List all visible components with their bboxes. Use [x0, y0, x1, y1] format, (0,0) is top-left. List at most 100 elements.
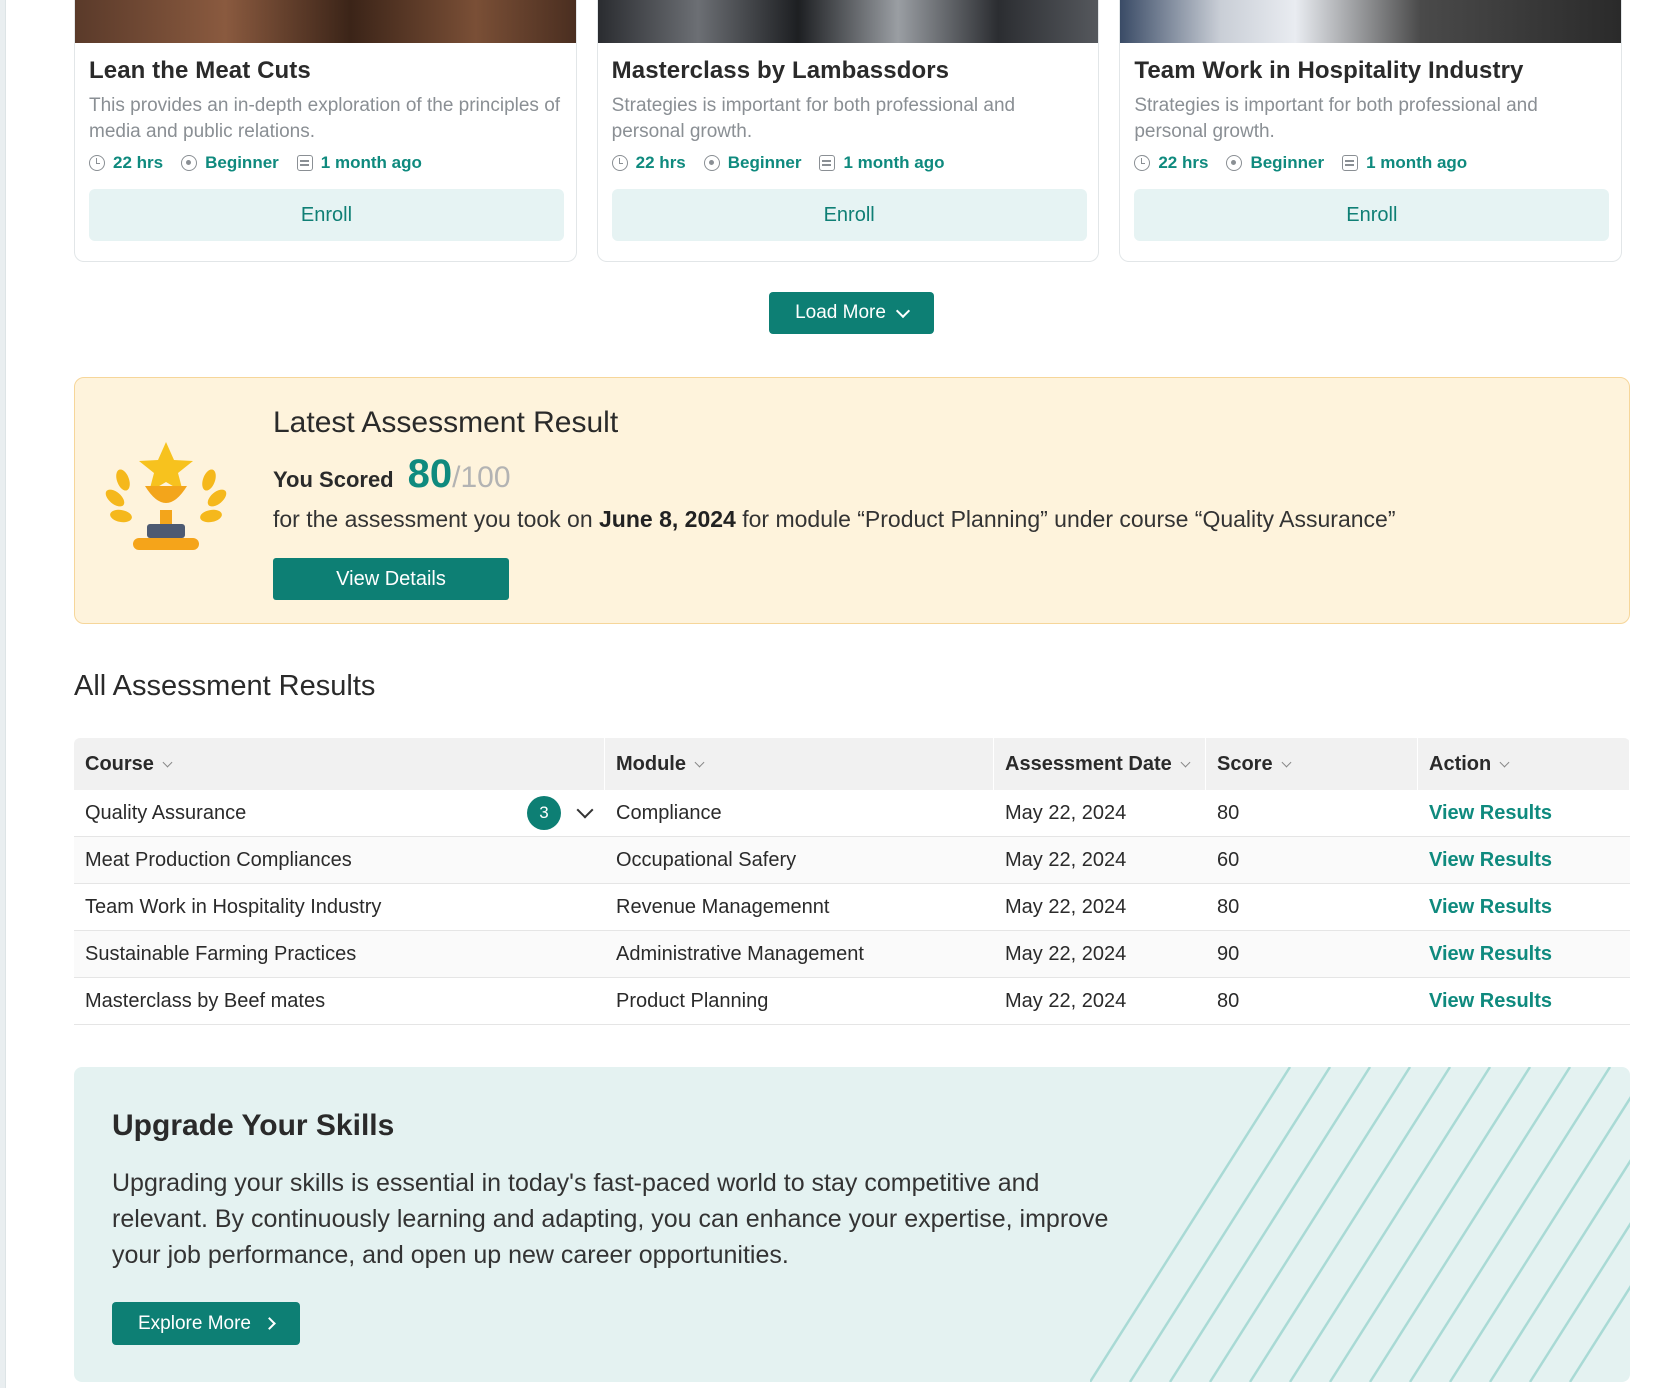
- view-results-link[interactable]: View Results: [1418, 931, 1630, 977]
- table-row: Team Work in Hospitality Industry Revenu…: [74, 884, 1630, 931]
- enroll-button[interactable]: Enroll: [611, 189, 1087, 241]
- course-duration: 22 hrs: [1158, 153, 1209, 172]
- course-date: 1 month ago: [1366, 153, 1468, 172]
- course-description: Strategies is important for both profess…: [611, 95, 1016, 142]
- desc-suffix: for module “Product Planning” under cour…: [742, 506, 1396, 532]
- course-duration: 22 hrs: [635, 153, 686, 172]
- course-date: 1 month ago: [320, 153, 422, 172]
- clock-icon: [611, 155, 628, 171]
- course-cell: Sustainable Farming Practices: [85, 942, 357, 965]
- column-header-score[interactable]: Score: [1206, 738, 1418, 790]
- module-cell: Product Planning: [616, 989, 769, 1012]
- course-level: Beginner: [1250, 153, 1325, 172]
- sort-icon: [162, 757, 173, 767]
- date-cell: May 22, 2024: [1005, 801, 1127, 824]
- course-description: Strategies is important for both profess…: [1134, 95, 1538, 142]
- table-header: Course Module Assessment Date Score Acti…: [74, 738, 1630, 790]
- column-label: Action: [1429, 752, 1492, 775]
- course-image: [1120, 0, 1622, 43]
- course-cell: Meat Production Compliances: [85, 848, 352, 871]
- column-label: Module: [616, 752, 686, 775]
- chevron-down-icon: [895, 303, 910, 318]
- upgrade-title: Upgrade Your Skills: [112, 1109, 395, 1142]
- course-title: Team Work in Hospitality Industry: [1134, 57, 1524, 84]
- enroll-button[interactable]: Enroll: [1134, 189, 1610, 241]
- score-total: /100: [452, 461, 511, 494]
- score-cell: 80: [1217, 801, 1240, 824]
- score-cell: 80: [1217, 895, 1240, 918]
- sidebar-edge: [0, 0, 6, 1388]
- course-card: Masterclass by Lambassdors Strategies is…: [596, 0, 1100, 262]
- level-icon: [181, 155, 198, 171]
- course-level: Beginner: [205, 153, 279, 172]
- scored-label: You Scored: [273, 467, 394, 492]
- course-description: This provides an in-depth exploration of…: [89, 95, 561, 142]
- latest-assessment-banner: Latest Assessment Result You Scored 80 /…: [74, 377, 1630, 624]
- score-value: 80: [407, 452, 453, 496]
- decorative-stripes: [1090, 1067, 1630, 1382]
- column-label: Assessment Date: [1005, 752, 1172, 775]
- table-row: Masterclass by Beef mates Product Planni…: [74, 978, 1630, 1025]
- trophy-icon: [105, 442, 227, 550]
- score-cell: 60: [1217, 848, 1240, 871]
- expand-chevron-icon[interactable]: [576, 801, 594, 819]
- course-title: Lean the Meat Cuts: [89, 57, 311, 84]
- chevron-right-icon: [263, 1317, 276, 1330]
- date-cell: May 22, 2024: [1005, 848, 1127, 871]
- module-cell: Occupational Safery: [616, 848, 797, 871]
- score-cell: 90: [1217, 942, 1240, 965]
- table-row: Sustainable Farming Practices Administra…: [74, 931, 1630, 978]
- course-card: Team Work in Hospitality Industry Strate…: [1119, 0, 1623, 262]
- score-row: You Scored 80 /100: [273, 452, 511, 497]
- course-title: Masterclass by Lambassdors: [611, 57, 950, 84]
- sort-icon: [1281, 757, 1292, 767]
- explore-more-label: Explore More: [138, 1312, 251, 1334]
- level-icon: [1226, 155, 1243, 171]
- enroll-button[interactable]: Enroll: [89, 189, 564, 241]
- column-label: Course: [85, 752, 154, 775]
- view-results-link[interactable]: View Results: [1418, 884, 1630, 930]
- upgrade-skills-banner: Upgrade Your Skills Upgrading your skill…: [74, 1067, 1630, 1382]
- upgrade-description: Upgrading your skills is essential in to…: [112, 1169, 1109, 1269]
- view-details-button[interactable]: View Details: [273, 558, 509, 600]
- column-header-action[interactable]: Action: [1418, 738, 1630, 790]
- sort-icon: [1499, 757, 1510, 767]
- module-cell: Revenue Managemennt: [616, 895, 830, 918]
- course-cards: Lean the Meat Cuts This provides an in-d…: [74, 0, 1623, 262]
- course-meta: 22 hrs Beginner 1 month ago: [1134, 153, 1607, 173]
- column-header-date[interactable]: Assessment Date: [994, 738, 1206, 790]
- course-level: Beginner: [727, 153, 802, 172]
- calendar-icon: [1342, 155, 1359, 171]
- course-cell: Masterclass by Beef mates: [85, 989, 326, 1012]
- load-more-label: Load More: [795, 302, 886, 323]
- module-cell: Administrative Management: [616, 942, 864, 965]
- table-row: Meat Production Compliances Occupational…: [74, 837, 1630, 884]
- course-image: [597, 0, 1099, 43]
- assessment-date: June 8, 2024: [599, 506, 736, 532]
- column-header-module[interactable]: Module: [605, 738, 994, 790]
- explore-more-button[interactable]: Explore More: [112, 1302, 300, 1345]
- desc-prefix: for the assessment you took on: [273, 506, 593, 532]
- load-more-button[interactable]: Load More: [769, 292, 934, 334]
- all-results-title: All Assessment Results: [74, 670, 376, 702]
- course-meta: 22 hrs Beginner 1 month ago: [89, 153, 562, 173]
- count-badge: 3: [527, 796, 561, 830]
- course-cell: Quality Assurance 3: [74, 790, 605, 836]
- assessment-description: for the assessment you took on June 8, 2…: [273, 506, 1395, 533]
- sort-icon: [1180, 757, 1191, 767]
- view-results-link[interactable]: View Results: [1418, 978, 1630, 1024]
- date-cell: May 22, 2024: [1005, 895, 1127, 918]
- course-duration: 22 hrs: [113, 153, 164, 172]
- course-meta: 22 hrs Beginner 1 month ago: [611, 153, 1085, 173]
- sort-icon: [694, 757, 705, 767]
- date-cell: May 22, 2024: [1005, 942, 1127, 965]
- course-cell: Team Work in Hospitality Industry: [85, 895, 382, 918]
- course-card: Lean the Meat Cuts This provides an in-d…: [74, 0, 577, 262]
- clock-icon: [89, 155, 105, 171]
- score-cell: 80: [1217, 989, 1240, 1012]
- latest-assessment-title: Latest Assessment Result: [273, 406, 619, 439]
- view-results-link[interactable]: View Results: [1418, 837, 1630, 883]
- view-results-link[interactable]: View Results: [1418, 790, 1630, 836]
- level-icon: [703, 155, 720, 171]
- column-header-course[interactable]: Course: [74, 738, 605, 790]
